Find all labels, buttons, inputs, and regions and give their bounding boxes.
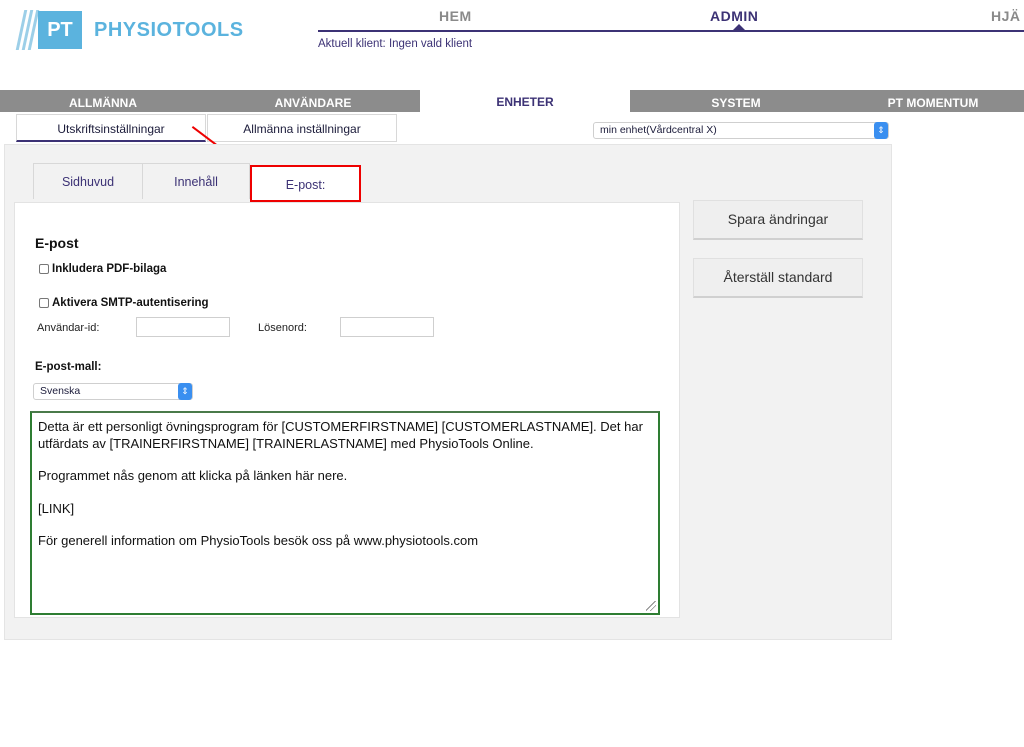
smtp-auth-label: Aktivera SMTP-autentisering xyxy=(52,297,209,309)
email-settings-form: E-post Inkludera PDF-bilaga Aktivera SMT… xyxy=(14,202,680,618)
smtp-auth-checkbox[interactable] xyxy=(39,298,49,308)
smtp-auth-row: Aktivera SMTP-autentisering xyxy=(39,297,209,309)
tab-general[interactable]: ALLMÄNNA xyxy=(0,90,206,112)
top-navigation: HEM ADMIN HJÄ xyxy=(318,0,1024,32)
select-arrows-icon: ⇕ xyxy=(874,122,888,139)
unit-select[interactable]: min enhet(Vårdcentral X) ⇕ xyxy=(593,122,889,139)
user-id-field[interactable] xyxy=(136,317,230,337)
active-caret-icon xyxy=(732,24,746,31)
template-label: E-post-mall: xyxy=(35,361,102,373)
nav-admin[interactable]: ADMIN xyxy=(710,8,758,24)
user-id-label: Användar-id: xyxy=(37,322,100,334)
language-select-value: Svenska xyxy=(40,385,81,397)
tab-general-settings[interactable]: Allmänna inställningar xyxy=(207,114,397,142)
nav-home[interactable]: HEM xyxy=(439,8,472,24)
logo-mark: PT xyxy=(15,8,88,52)
template-paragraph: [LINK] xyxy=(38,500,75,516)
reset-default-button[interactable]: Återställ standard xyxy=(693,258,863,298)
password-label: Lösenord: xyxy=(258,322,307,334)
include-pdf-label: Inkludera PDF-bilaga xyxy=(52,263,167,275)
email-template-textarea[interactable]: Detta är ett personligt övningsprogram f… xyxy=(30,411,660,615)
brand-logo[interactable]: PT PHYSIOTOOLS xyxy=(15,8,244,52)
tab-print-settings[interactable]: Utskriftsinställningar xyxy=(16,114,206,142)
tab-users[interactable]: ANVÄNDARE xyxy=(206,90,420,112)
nav-help[interactable]: HJÄ xyxy=(991,8,1021,24)
tab-pt-momentum[interactable]: PT MOMENTUM xyxy=(842,90,1024,112)
template-paragraph: Detta är ett personligt övningsprogram f… xyxy=(38,419,643,451)
current-client: Aktuell klient: Ingen vald klient xyxy=(318,38,473,50)
save-changes-button[interactable]: Spara ändringar xyxy=(693,200,863,240)
logo-box: PT xyxy=(38,11,82,49)
tab-header[interactable]: Sidhuvud xyxy=(33,163,143,199)
include-pdf-row: Inkludera PDF-bilaga xyxy=(39,263,166,275)
tab-content[interactable]: Innehåll xyxy=(142,163,250,199)
include-pdf-checkbox[interactable] xyxy=(39,264,49,274)
resize-handle-icon[interactable] xyxy=(646,601,656,611)
select-arrows-icon: ⇕ xyxy=(178,383,192,400)
brand-name: PHYSIOTOOLS xyxy=(94,18,244,41)
language-select[interactable]: Svenska ⇕ xyxy=(33,383,193,400)
main-tab-bar: ALLMÄNNA ANVÄNDARE ENHETER SYSTEM PT MOM… xyxy=(0,87,1024,112)
email-heading: E-post xyxy=(35,235,79,251)
template-paragraph: För generell information om PhysioTools … xyxy=(38,533,479,548)
tab-units[interactable]: ENHETER xyxy=(420,87,630,112)
template-paragraph: Programmet nås genom att klicka på länke… xyxy=(38,468,348,483)
tab-system[interactable]: SYSTEM xyxy=(630,90,842,112)
password-field[interactable] xyxy=(340,317,434,337)
tab-email[interactable]: E-post: xyxy=(250,165,361,202)
unit-select-value: min enhet(Vårdcentral X) xyxy=(600,124,717,136)
